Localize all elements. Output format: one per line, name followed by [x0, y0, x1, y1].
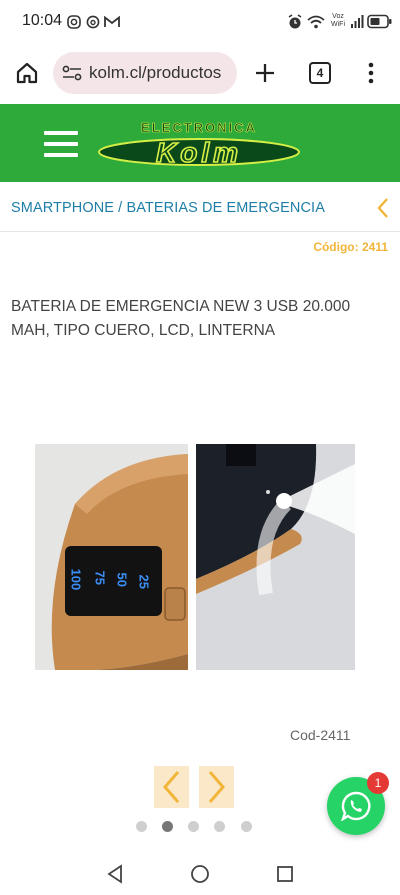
browser-toolbar: kolm.cl/productos 4	[0, 44, 400, 102]
wifi-icon	[307, 15, 325, 29]
system-nav-bar	[0, 850, 400, 895]
lcd-digit: 75	[92, 570, 108, 585]
prev-image-button[interactable]	[154, 766, 189, 808]
notification-badge: 1	[367, 772, 389, 794]
recents-icon[interactable]	[276, 865, 294, 883]
lcd-digit: 25	[136, 574, 152, 589]
url-bar[interactable]: kolm.cl/productos	[53, 52, 237, 94]
new-tab-icon[interactable]	[254, 62, 276, 84]
product-title: BATERIA DE EMERGENCIA NEW 3 USB 20.000 M…	[11, 298, 351, 339]
lcd-digit: 100	[68, 568, 84, 591]
chevron-left-icon[interactable]	[377, 197, 389, 219]
logo-top-text: ELECTRONICA	[141, 120, 257, 135]
site-header: ELECTRONICA Kolm	[0, 104, 400, 182]
alarm-icon	[288, 14, 302, 29]
home-icon[interactable]	[15, 61, 39, 85]
gallery-dot-active[interactable]	[162, 821, 173, 832]
product-photo-lcd[interactable]: 100 75 50 25	[35, 444, 188, 670]
product-code: Código: 2411	[313, 240, 388, 254]
site-settings-icon[interactable]	[62, 65, 82, 81]
volte-label: Voz WiFi	[331, 13, 345, 28]
site-logo[interactable]: ELECTRONICA Kolm	[96, 112, 301, 174]
gallery-dot[interactable]	[136, 821, 147, 832]
gallery-dot[interactable]	[214, 821, 225, 832]
lcd-digit: 50	[114, 572, 130, 587]
gallery-dot[interactable]	[241, 821, 252, 832]
back-icon[interactable]	[106, 864, 124, 884]
status-time: 10:04	[22, 12, 63, 29]
whatsapp-icon	[341, 791, 371, 821]
overflow-menu-icon[interactable]	[366, 61, 376, 85]
product-photo-flashlight[interactable]	[196, 444, 355, 670]
chevron-right-icon	[208, 771, 225, 803]
product-caption: Cod-2411	[290, 727, 351, 743]
next-image-button[interactable]	[199, 766, 234, 808]
chevron-left-icon	[163, 771, 180, 803]
battery-icon	[367, 14, 392, 29]
tabs-button[interactable]: 4	[309, 62, 331, 84]
signal-icon	[351, 15, 364, 28]
threads-icon	[86, 15, 100, 29]
url-text: kolm.cl/productos	[89, 63, 222, 82]
hamburger-menu-icon[interactable]	[44, 131, 78, 157]
logo-main-text: Kolm	[156, 137, 242, 168]
instagram-icon	[67, 15, 81, 29]
breadcrumb-link[interactable]: SMARTPHONE / BATERIAS DE EMERGENCIA	[11, 200, 325, 216]
breadcrumb: SMARTPHONE / BATERIAS DE EMERGENCIA	[0, 182, 400, 232]
gmail-icon	[104, 16, 120, 27]
status-bar: 10:04 Voz WiFi	[0, 0, 400, 44]
gallery-dot[interactable]	[188, 821, 199, 832]
home-nav-icon[interactable]	[190, 864, 210, 884]
